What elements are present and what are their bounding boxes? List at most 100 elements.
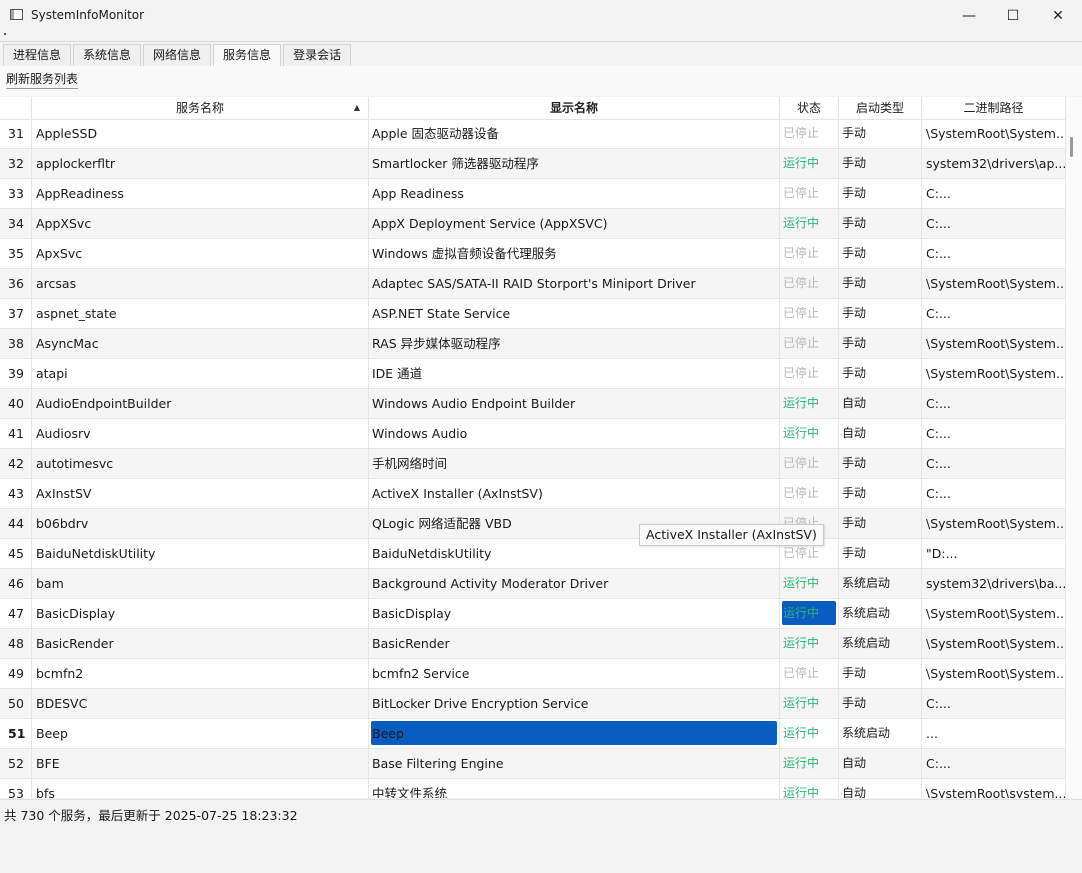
- service-name-cell[interactable]: BasicDisplay: [32, 599, 369, 629]
- service-name-cell[interactable]: aspnet_state: [32, 299, 369, 329]
- display-name-cell[interactable]: AppX Deployment Service (AppXSVC): [369, 209, 780, 239]
- tab-network[interactable]: 网络信息: [143, 44, 212, 66]
- display-name-cell[interactable]: BitLocker Drive Encryption Service: [369, 689, 780, 719]
- binary-path-cell[interactable]: C:...: [922, 299, 1066, 329]
- row-index[interactable]: 34: [0, 209, 32, 239]
- service-name-cell[interactable]: BasicRender: [32, 629, 369, 659]
- start-type-cell[interactable]: 手动: [839, 119, 922, 149]
- row-index[interactable]: 53: [0, 779, 32, 798]
- row-index[interactable]: 37: [0, 299, 32, 329]
- binary-path-cell[interactable]: \SystemRoot\System...: [922, 269, 1066, 299]
- display-name-cell[interactable]: BasicRender: [369, 629, 780, 659]
- row-index[interactable]: 35: [0, 239, 32, 269]
- row-index[interactable]: 45: [0, 539, 32, 569]
- binary-path-cell[interactable]: ...: [922, 719, 1066, 749]
- table-row[interactable]: 39 atapi IDE 通道 已停止 手动 \SystemRoot\System...: [0, 359, 1066, 389]
- table-row[interactable]: 52 BFE Base Filtering Engine 运行中 自动 C:...: [0, 749, 1066, 779]
- binary-path-cell[interactable]: C:...: [922, 749, 1066, 779]
- status-cell[interactable]: 已停止: [780, 239, 839, 269]
- row-index[interactable]: 43: [0, 479, 32, 509]
- vertical-scrollbar[interactable]: [1066, 97, 1082, 798]
- header-status[interactable]: 状态: [780, 97, 839, 119]
- binary-path-cell[interactable]: C:...: [922, 689, 1066, 719]
- header-display-name[interactable]: 显示名称: [369, 97, 780, 119]
- table-row[interactable]: 53 bfs 中转文件系统 运行中 自动 \SystemRoot\system...: [0, 779, 1066, 798]
- row-index[interactable]: 46: [0, 569, 32, 599]
- service-name-cell[interactable]: ApxSvc: [32, 239, 369, 269]
- binary-path-cell[interactable]: C:...: [922, 479, 1066, 509]
- display-name-cell[interactable]: Adaptec SAS/SATA-II RAID Storport's Mini…: [369, 269, 780, 299]
- status-cell[interactable]: 已停止: [780, 119, 839, 149]
- table-row[interactable]: 51 Beep Beep 运行中 系统启动...: [0, 719, 1066, 749]
- start-type-cell[interactable]: 手动: [839, 449, 922, 479]
- start-type-cell[interactable]: 系统启动: [839, 629, 922, 659]
- start-type-cell[interactable]: 系统启动: [839, 719, 922, 749]
- display-name-cell[interactable]: ASP.NET State Service: [369, 299, 780, 329]
- tab-services[interactable]: 服务信息: [213, 44, 282, 67]
- start-type-cell[interactable]: 自动: [839, 749, 922, 779]
- table-row[interactable]: 50 BDESVC BitLocker Drive Encryption Servi…: [0, 689, 1066, 719]
- service-name-cell[interactable]: atapi: [32, 359, 369, 389]
- binary-path-cell[interactable]: "D:...: [922, 539, 1066, 569]
- row-index[interactable]: 48: [0, 629, 32, 659]
- binary-path-cell[interactable]: C:...: [922, 239, 1066, 269]
- row-index[interactable]: 47: [0, 599, 32, 629]
- row-index[interactable]: 33: [0, 179, 32, 209]
- minimize-button[interactable]: —: [946, 0, 992, 32]
- start-type-cell[interactable]: 手动: [839, 539, 922, 569]
- close-button[interactable]: ✕: [1035, 0, 1081, 32]
- header-binary-path[interactable]: 二进制路径: [922, 97, 1066, 119]
- tab-system[interactable]: 系统信息: [73, 44, 142, 66]
- status-cell[interactable]: 已停止: [780, 659, 839, 689]
- display-name-cell[interactable]: bcmfn2 Service: [369, 659, 780, 689]
- display-name-cell[interactable]: 中转文件系统: [369, 779, 780, 798]
- service-name-cell[interactable]: BaiduNetdiskUtility: [32, 539, 369, 569]
- display-name-cell[interactable]: App Readiness: [369, 179, 780, 209]
- binary-path-cell[interactable]: system32\drivers\ap...: [922, 149, 1066, 179]
- display-name-cell[interactable]: Windows Audio Endpoint Builder: [369, 389, 780, 419]
- display-name-cell[interactable]: Windows Audio: [369, 419, 780, 449]
- row-index[interactable]: 38: [0, 329, 32, 359]
- table-row[interactable]: 31 AppleSSD Apple 固态驱动器设备 已停止 手动 \SystemRoot\…: [0, 119, 1066, 149]
- binary-path-cell[interactable]: \SystemRoot\System...: [922, 329, 1066, 359]
- display-name-cell[interactable]: Smartlocker 筛选器驱动程序: [369, 149, 780, 179]
- binary-path-cell[interactable]: C:...: [922, 389, 1066, 419]
- display-name-cell[interactable]: BasicDisplay: [369, 599, 780, 629]
- service-name-cell[interactable]: arcsas: [32, 269, 369, 299]
- service-name-cell[interactable]: AppReadiness: [32, 179, 369, 209]
- status-cell[interactable]: 已停止: [780, 329, 839, 359]
- status-cell[interactable]: 运行中: [780, 209, 839, 239]
- table-row[interactable]: 36 arcsas Adaptec SAS/SATA-II RAID Storpor…: [0, 269, 1066, 299]
- status-cell[interactable]: 运行中: [780, 749, 839, 779]
- status-cell[interactable]: 运行中: [780, 719, 839, 749]
- refresh-services-button[interactable]: 刷新服务列表: [6, 70, 79, 89]
- table-row[interactable]: 48 BasicRender BasicRender 运行中 系统启动 \SystemRo…: [0, 629, 1066, 659]
- start-type-cell[interactable]: 系统启动: [839, 599, 922, 629]
- binary-path-cell[interactable]: \SystemRoot\System...: [922, 659, 1066, 689]
- service-name-cell[interactable]: AxInstSV: [32, 479, 369, 509]
- display-name-cell[interactable]: Beep: [369, 719, 780, 749]
- binary-path-cell[interactable]: \SystemRoot\System...: [922, 359, 1066, 389]
- service-name-cell[interactable]: bam: [32, 569, 369, 599]
- binary-path-cell[interactable]: \SystemRoot\System...: [922, 509, 1066, 539]
- service-name-cell[interactable]: bcmfn2: [32, 659, 369, 689]
- display-name-cell[interactable]: Windows 虚拟音频设备代理服务: [369, 239, 780, 269]
- row-index[interactable]: 36: [0, 269, 32, 299]
- table-row[interactable]: 42 autotimesvc 手机网络时间 已停止 手动 C:...: [0, 449, 1066, 479]
- table-row[interactable]: 34 AppXSvc AppX Deployment Service (AppXSV…: [0, 209, 1066, 239]
- scrollbar-thumb[interactable]: [1070, 137, 1073, 157]
- status-cell[interactable]: 运行中: [780, 389, 839, 419]
- table-row[interactable]: 46 bam Background Activity Moderator Drive…: [0, 569, 1066, 599]
- status-cell[interactable]: 运行中: [780, 569, 839, 599]
- table-row[interactable]: 40 AudioEndpointBuilder Windows Audio Endp…: [0, 389, 1066, 419]
- tab-process[interactable]: 进程信息: [3, 44, 72, 66]
- binary-path-cell[interactable]: \SystemRoot\System...: [922, 599, 1066, 629]
- row-index[interactable]: 31: [0, 119, 32, 149]
- status-cell[interactable]: 已停止: [780, 359, 839, 389]
- service-name-cell[interactable]: Beep: [32, 719, 369, 749]
- binary-path-cell[interactable]: C:...: [922, 419, 1066, 449]
- service-name-cell[interactable]: Audiosrv: [32, 419, 369, 449]
- display-name-cell[interactable]: 手机网络时间: [369, 449, 780, 479]
- service-name-cell[interactable]: b06bdrv: [32, 509, 369, 539]
- start-type-cell[interactable]: 自动: [839, 389, 922, 419]
